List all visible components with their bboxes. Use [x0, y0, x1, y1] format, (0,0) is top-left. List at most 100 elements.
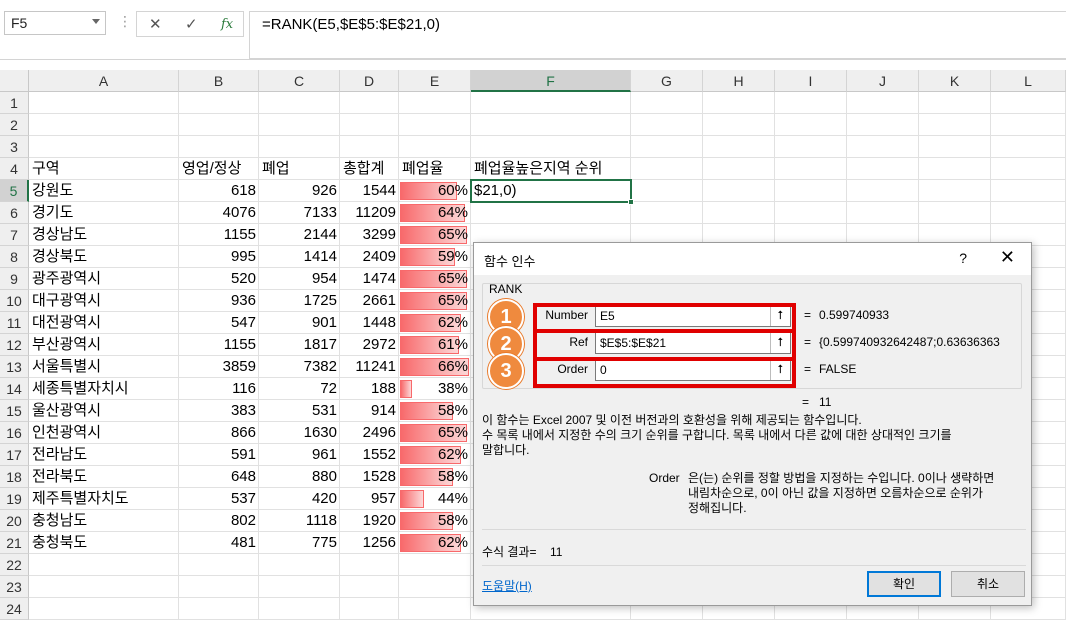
cell-value[interactable]: 대구광역시: [29, 290, 179, 312]
cell-value[interactable]: 1630: [259, 422, 340, 444]
cell[interactable]: [775, 136, 847, 158]
cell[interactable]: [919, 136, 991, 158]
cell-value[interactable]: 957: [340, 488, 399, 510]
cell[interactable]: [919, 92, 991, 114]
row-header-5[interactable]: 5: [0, 180, 29, 202]
cell-value[interactable]: 1256: [340, 532, 399, 554]
row-header-13[interactable]: 13: [0, 356, 29, 378]
column-header-e[interactable]: E: [399, 70, 471, 92]
enter-icon[interactable]: ✓: [185, 15, 198, 33]
active-cell[interactable]: [470, 179, 634, 205]
cell[interactable]: [29, 598, 179, 620]
cell-value[interactable]: 광주광역시: [29, 268, 179, 290]
cell-value[interactable]: 62%: [399, 532, 471, 554]
cell[interactable]: [631, 92, 703, 114]
fill-handle[interactable]: [628, 199, 634, 205]
row-header-19[interactable]: 19: [0, 488, 29, 510]
cell[interactable]: [29, 114, 179, 136]
cell[interactable]: [179, 576, 259, 598]
close-icon[interactable]: ✕: [1000, 247, 1015, 268]
cell-value[interactable]: 2144: [259, 224, 340, 246]
cell[interactable]: [703, 158, 775, 180]
cell[interactable]: [703, 136, 775, 158]
cell-value[interactable]: 1448: [340, 312, 399, 334]
cell-value[interactable]: 폐업: [259, 158, 340, 180]
cell-value[interactable]: 1544: [340, 180, 399, 202]
column-header-l[interactable]: L: [991, 70, 1066, 92]
cell-value[interactable]: 44%: [399, 488, 471, 510]
cell-value[interactable]: 울산광역시: [29, 400, 179, 422]
cell[interactable]: [775, 114, 847, 136]
cell-value[interactable]: 7133: [259, 202, 340, 224]
cell-value[interactable]: 1155: [179, 224, 259, 246]
cell-value[interactable]: 901: [259, 312, 340, 334]
cell-value[interactable]: 세종특별자치시: [29, 378, 179, 400]
cell-value[interactable]: 547: [179, 312, 259, 334]
cell[interactable]: [259, 114, 340, 136]
cell-value[interactable]: 481: [179, 532, 259, 554]
formula-input[interactable]: =RANK(E5,$E$5:$E$21,0): [249, 11, 1066, 59]
cell-value[interactable]: 591: [179, 444, 259, 466]
cell[interactable]: [471, 92, 631, 114]
column-header-k[interactable]: K: [919, 70, 991, 92]
cell-value[interactable]: 1474: [340, 268, 399, 290]
cell-value[interactable]: 2661: [340, 290, 399, 312]
cell-value[interactable]: 영업/정상: [179, 158, 259, 180]
cell-value[interactable]: 부산광역시: [29, 334, 179, 356]
cell[interactable]: [631, 114, 703, 136]
cell-value[interactable]: 62%: [399, 444, 471, 466]
cell-value[interactable]: 1725: [259, 290, 340, 312]
cell[interactable]: [29, 136, 179, 158]
row-header-17[interactable]: 17: [0, 444, 29, 466]
cell-value[interactable]: 66%: [399, 356, 471, 378]
cancel-icon[interactable]: ✕: [149, 15, 162, 33]
row-header-23[interactable]: 23: [0, 576, 29, 598]
cell-value[interactable]: 2496: [340, 422, 399, 444]
row-header-10[interactable]: 10: [0, 290, 29, 312]
chevron-down-icon[interactable]: [92, 19, 100, 24]
column-header-b[interactable]: B: [179, 70, 259, 92]
cell-value[interactable]: 64%: [399, 202, 471, 224]
cell-value[interactable]: 58%: [399, 510, 471, 532]
cell[interactable]: [399, 598, 471, 620]
column-header-g[interactable]: G: [631, 70, 703, 92]
row-header-16[interactable]: 16: [0, 422, 29, 444]
help-link[interactable]: 도움말(H): [482, 577, 532, 594]
cell[interactable]: [775, 202, 847, 224]
column-header-i[interactable]: I: [775, 70, 847, 92]
cell-value[interactable]: 520: [179, 268, 259, 290]
row-header-15[interactable]: 15: [0, 400, 29, 422]
cell[interactable]: [991, 158, 1066, 180]
name-box[interactable]: F5: [4, 11, 106, 35]
cell-value[interactable]: 954: [259, 268, 340, 290]
cell[interactable]: [991, 180, 1066, 202]
cell[interactable]: [631, 136, 703, 158]
cell[interactable]: [399, 576, 471, 598]
cell[interactable]: [259, 554, 340, 576]
row-header-21[interactable]: 21: [0, 532, 29, 554]
cell[interactable]: [631, 202, 703, 224]
cell[interactable]: [340, 576, 399, 598]
cell-value[interactable]: 38%: [399, 378, 471, 400]
cell[interactable]: [399, 92, 471, 114]
row-header-11[interactable]: 11: [0, 312, 29, 334]
cell-value[interactable]: 62%: [399, 312, 471, 334]
row-header-18[interactable]: 18: [0, 466, 29, 488]
cell-value[interactable]: 1118: [259, 510, 340, 532]
cell[interactable]: [340, 92, 399, 114]
cell[interactable]: [179, 554, 259, 576]
cell[interactable]: [399, 136, 471, 158]
cell-value[interactable]: 2409: [340, 246, 399, 268]
cell-value[interactable]: 65%: [399, 268, 471, 290]
cell[interactable]: [179, 598, 259, 620]
cell[interactable]: [259, 92, 340, 114]
cell[interactable]: [847, 136, 919, 158]
row-header-2[interactable]: 2: [0, 114, 29, 136]
cell-value[interactable]: 116: [179, 378, 259, 400]
cell-value[interactable]: 926: [259, 180, 340, 202]
cell[interactable]: [471, 202, 631, 224]
cell-value[interactable]: 995: [179, 246, 259, 268]
cell[interactable]: [631, 180, 703, 202]
cell[interactable]: [340, 598, 399, 620]
cell[interactable]: [847, 202, 919, 224]
